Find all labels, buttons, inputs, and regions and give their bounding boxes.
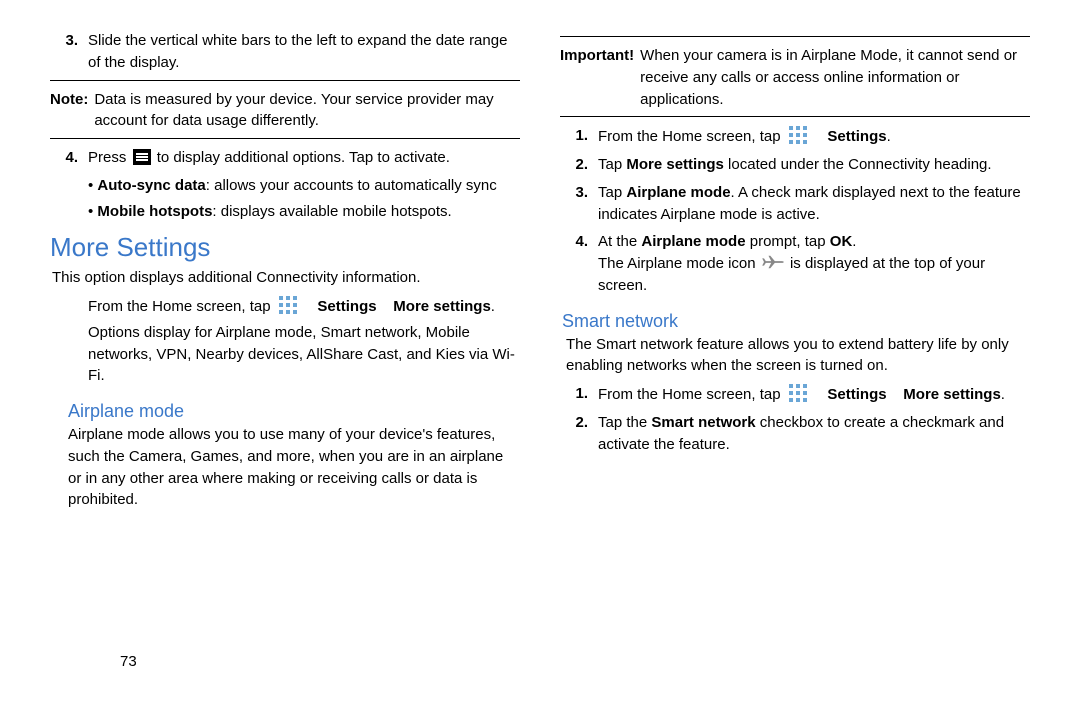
path-more: More settings bbox=[903, 386, 1001, 403]
menu-icon bbox=[133, 149, 151, 165]
bold-more-settings: More settings bbox=[626, 156, 724, 173]
bullet-mobile-hotspots: • Mobile hotspots: displays available mo… bbox=[88, 201, 520, 223]
step-number: 4. bbox=[560, 231, 598, 253]
bold-smart-network: Smart network bbox=[651, 414, 755, 431]
text: At the bbox=[598, 233, 637, 250]
bullet-label: Auto-sync data bbox=[97, 177, 205, 194]
important-body: When your camera is in Airplane Mode, it… bbox=[640, 45, 1030, 110]
step-number: 2. bbox=[560, 412, 598, 434]
step-number: 1. bbox=[560, 125, 598, 147]
important-label: Important! bbox=[560, 45, 640, 110]
step-text: Tap Airplane mode. A check mark displaye… bbox=[598, 182, 1030, 226]
divider bbox=[50, 138, 520, 139]
step-text: At the Airplane mode prompt, tap OK. The… bbox=[598, 231, 1030, 296]
smart-step-2: 2. Tap the Smart network checkbox to cre… bbox=[560, 412, 1030, 456]
airplane-mode-para: Airplane mode allows you to use many of … bbox=[68, 424, 520, 511]
path-more: More settings bbox=[393, 298, 491, 315]
apps-icon bbox=[278, 295, 298, 315]
bullet-rest: : allows your accounts to automatically … bbox=[206, 177, 497, 194]
text: to display additional options. Tap to ac… bbox=[157, 149, 450, 166]
step-number: 4. bbox=[50, 147, 88, 169]
period: . bbox=[852, 233, 856, 250]
path-settings: Settings bbox=[827, 128, 886, 145]
apps-icon bbox=[788, 383, 808, 403]
step-text: Slide the vertical white bars to the lef… bbox=[88, 30, 520, 74]
text: Press bbox=[88, 149, 126, 166]
period: . bbox=[491, 298, 495, 315]
step-number: 1. bbox=[560, 383, 598, 405]
step-number: 3. bbox=[560, 182, 598, 204]
period: . bbox=[887, 128, 891, 145]
step-3: 3. Slide the vertical white bars to the … bbox=[50, 30, 520, 74]
step-text: From the Home screen, tap Settings. bbox=[598, 125, 1030, 148]
more-settings-options: Options display for Airplane mode, Smart… bbox=[88, 322, 520, 387]
text: From the Home screen, tap bbox=[598, 128, 781, 145]
heading-smart-network: Smart network bbox=[562, 311, 1030, 332]
text: prompt, tap bbox=[750, 233, 826, 250]
step-text: Tap the Smart network checkbox to create… bbox=[598, 412, 1030, 456]
bullet-rest: : displays available mobile hotspots. bbox=[212, 203, 451, 220]
note-label: Note: bbox=[50, 89, 94, 133]
page-number: 73 bbox=[120, 653, 137, 670]
text: From the Home screen, tap bbox=[598, 386, 781, 403]
path-settings: Settings bbox=[827, 386, 886, 403]
smart-network-para: The Smart network feature allows you to … bbox=[566, 334, 1030, 378]
step-text: From the Home screen, tap Settings More … bbox=[598, 383, 1030, 406]
airplane-step-1: 1. From the Home screen, tap Settings. bbox=[560, 125, 1030, 148]
apps-icon bbox=[788, 125, 808, 145]
heading-more-settings: More Settings bbox=[50, 232, 520, 263]
text: From the Home screen, tap bbox=[88, 298, 271, 315]
note-body: Data is measured by your device. Your se… bbox=[94, 89, 520, 133]
important-block: Important! When your camera is in Airpla… bbox=[560, 45, 1030, 110]
divider bbox=[560, 116, 1030, 117]
airplane-step-2: 2. Tap More settings located under the C… bbox=[560, 154, 1030, 176]
bold-ok: OK bbox=[830, 233, 853, 250]
right-column: Important! When your camera is in Airpla… bbox=[560, 30, 1030, 700]
step-number: 3. bbox=[50, 30, 88, 52]
left-column: 3. Slide the vertical white bars to the … bbox=[50, 30, 520, 700]
divider bbox=[560, 36, 1030, 37]
smart-step-1: 1. From the Home screen, tap Settings Mo… bbox=[560, 383, 1030, 406]
airplane-step-3: 3. Tap Airplane mode. A check mark displ… bbox=[560, 182, 1030, 226]
bold-airplane-mode: Airplane mode bbox=[626, 184, 730, 201]
airplane-icon bbox=[762, 253, 784, 271]
airplane-step-4: 4. At the Airplane mode prompt, tap OK. … bbox=[560, 231, 1030, 296]
path-settings: Settings bbox=[317, 298, 376, 315]
bullet-label: Mobile hotspots bbox=[97, 203, 212, 220]
text: The Airplane mode icon bbox=[598, 255, 756, 272]
text: Tap bbox=[598, 156, 622, 173]
more-settings-intro: This option displays additional Connecti… bbox=[52, 267, 520, 289]
heading-airplane-mode: Airplane mode bbox=[68, 401, 520, 422]
step-number: 2. bbox=[560, 154, 598, 176]
step-4: 4. Press to display additional options. … bbox=[50, 147, 520, 169]
bullet-auto-sync: • Auto-sync data: allows your accounts t… bbox=[88, 175, 520, 197]
step-text: Press to display additional options. Tap… bbox=[88, 147, 520, 169]
text: Tap bbox=[598, 184, 622, 201]
step-text: Tap More settings located under the Conn… bbox=[598, 154, 1030, 176]
text: Tap the bbox=[598, 414, 647, 431]
divider bbox=[50, 80, 520, 81]
note-block: Note: Data is measured by your device. Y… bbox=[50, 89, 520, 133]
period: . bbox=[1001, 386, 1005, 403]
more-settings-path: From the Home screen, tap Settings More … bbox=[88, 295, 520, 318]
bold-airplane-mode: Airplane mode bbox=[641, 233, 745, 250]
text: located under the Connectivity heading. bbox=[728, 156, 992, 173]
